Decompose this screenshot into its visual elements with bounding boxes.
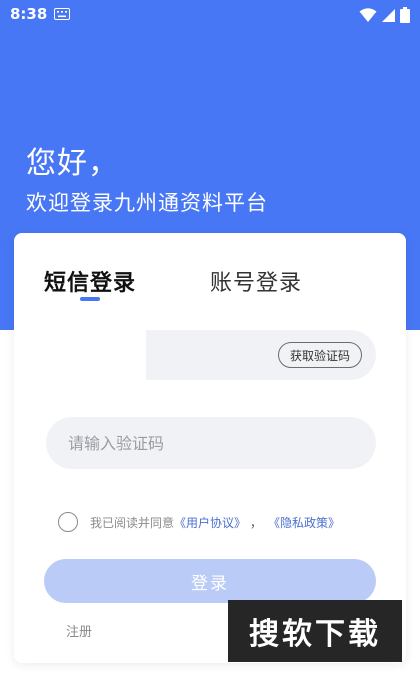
code-input[interactable]	[46, 417, 376, 469]
signal-icon	[382, 8, 395, 22]
watermark-text: 搜软下载	[249, 617, 381, 652]
agreement-separator: ，	[250, 515, 263, 530]
privacy-policy-link[interactable]: 《隐私政策》	[268, 514, 340, 531]
status-icons	[359, 6, 410, 24]
battery-icon	[400, 7, 410, 23]
phone-input[interactable]	[46, 330, 146, 380]
tab-sms-login[interactable]: 短信登录	[44, 265, 136, 297]
status-bar: 8:38	[0, 0, 420, 30]
active-tab-indicator	[80, 297, 100, 301]
agreement-row: 我已阅读并同意 《用户协议》 ， 《隐私政策》	[58, 511, 340, 533]
phone-row: 获取验证码	[46, 330, 376, 380]
status-time: 8:38	[10, 5, 48, 23]
login-button[interactable]: 登录	[44, 559, 376, 603]
get-code-button[interactable]: 获取验证码	[277, 342, 362, 368]
register-link[interactable]: 注册	[66, 621, 92, 640]
keyboard-icon	[54, 8, 70, 20]
agreement-text: 我已阅读并同意	[90, 515, 175, 530]
welcome-subtitle: 欢迎登录九州通资料平台	[26, 191, 268, 215]
tab-account-login[interactable]: 账号登录	[210, 265, 302, 297]
greeting-title: 您好，	[26, 146, 119, 181]
login-card: 短信登录 账号登录 获取验证码 我已阅读并同意 《用户协议》 ， 《隐私政策》 …	[14, 233, 406, 663]
user-agreement-link[interactable]: 《用户协议》	[174, 514, 246, 531]
watermark-logo: 搜软下载	[228, 600, 402, 662]
agreement-checkbox[interactable]	[58, 512, 78, 532]
wifi-icon	[359, 8, 377, 22]
